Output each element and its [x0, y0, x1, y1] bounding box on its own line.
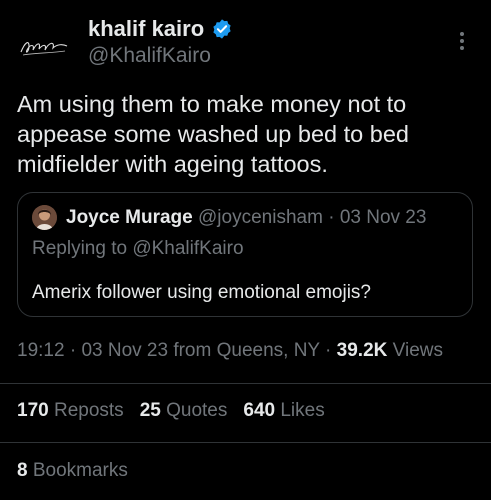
reposts-stat[interactable]: 170 Reposts [17, 400, 124, 422]
likes-count: 640 [243, 400, 276, 421]
quoted-author-avatar[interactable] [32, 205, 57, 230]
tweet-text: Am using them to make money not to appea… [17, 91, 409, 177]
author-display-name[interactable]: khalif kairo [88, 16, 204, 42]
reposts-count: 170 [17, 400, 49, 421]
author-avatar[interactable] [12, 15, 76, 79]
quoted-handle[interactable]: @joycenisham [198, 207, 323, 228]
engagement-stats: 170 Reposts 25 Quotes 640 Likes [17, 400, 325, 422]
quotes-count: 25 [139, 400, 161, 421]
quotes-stat[interactable]: 25 Quotes [140, 400, 228, 422]
bookmarks-stat[interactable]: 8 Bookmarks [17, 460, 128, 482]
divider-middle [0, 442, 491, 443]
quoted-tweet-card[interactable]: Joyce Murage @joycenisham · 03 Nov 23 Re… [17, 192, 473, 317]
divider-top [0, 383, 491, 384]
tweet-timestamp: 19:12 · 03 Nov 23 from Queens, NY · 39.2… [17, 340, 443, 362]
views-separator: · [325, 340, 332, 361]
bookmarks-count: 8 [17, 460, 28, 481]
bookmarks-label: Bookmarks [32, 460, 128, 481]
verified-badge-icon [213, 19, 231, 39]
tweet-date-source: 03 Nov 23 from Queens, NY [81, 340, 320, 361]
author-handle[interactable]: @KhalifKairo [88, 44, 211, 68]
author-name-row: khalif kairo [88, 16, 233, 42]
quoted-display-name[interactable]: Joyce Murage [66, 207, 193, 228]
timestamp-separator: · [69, 340, 77, 361]
quoted-text: Amerix follower using emotional emojis? [32, 282, 371, 303]
likes-stat[interactable]: 640 Likes [243, 400, 324, 422]
quoted-replying-to: Replying to @KhalifKairo [32, 238, 244, 259]
quoted-header: Joyce Murage @joycenisham · 03 Nov 23 [66, 207, 426, 229]
person-photo-icon [32, 205, 57, 230]
reposts-label: Reposts [53, 400, 124, 421]
signature-logo-icon [20, 42, 68, 56]
views-label: Views [392, 340, 443, 361]
quotes-label: Quotes [166, 400, 228, 421]
quoted-separator: · [328, 207, 335, 228]
more-options-icon[interactable] [452, 28, 472, 54]
tweet-time[interactable]: 19:12 [17, 340, 65, 361]
quoted-date: 03 Nov 23 [339, 207, 427, 228]
views-count[interactable]: 39.2K [337, 340, 388, 361]
likes-label: Likes [280, 400, 325, 421]
